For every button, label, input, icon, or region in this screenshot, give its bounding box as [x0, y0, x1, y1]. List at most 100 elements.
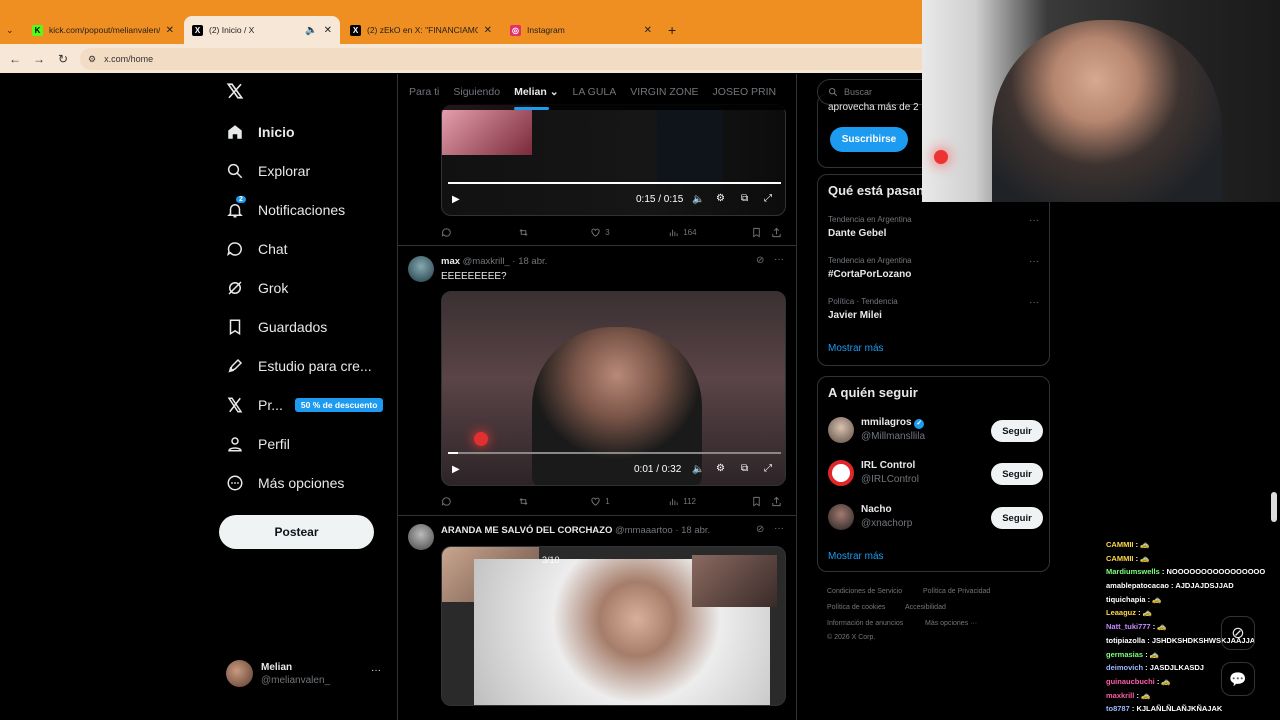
tab-joseo[interactable]: JOSEO PRIN	[713, 86, 777, 98]
show-more-link[interactable]: Mostrar más	[828, 551, 884, 562]
show-more-link[interactable]: Mostrar más	[828, 343, 884, 354]
chat-username[interactable]: Natt_tuki777	[1106, 622, 1151, 631]
bookmark-icon[interactable]	[751, 496, 771, 507]
author-handle[interactable]: @mmaaartoo	[615, 525, 673, 536]
post-button[interactable]: Postear	[219, 515, 374, 549]
tab-virgin-zone[interactable]: VIRGIN ZONE	[630, 86, 698, 98]
fullscreen-icon[interactable]: ⤢	[764, 463, 772, 474]
footer-link[interactable]: Información de anuncios	[827, 620, 903, 627]
subscribe-button[interactable]: Suscribirse	[830, 127, 908, 152]
new-tab-button[interactable]: +	[660, 16, 682, 44]
messages-icon[interactable]: 💬	[1221, 662, 1255, 696]
repost-icon[interactable]	[518, 227, 590, 238]
nav-explorar[interactable]: Explorar	[226, 153, 310, 189]
address-field[interactable]: ⚙ x.com/home	[80, 48, 922, 70]
post[interactable]: ARANDA ME SALVÓ DEL CORCHAZO @mmaaartoo …	[398, 516, 796, 720]
play-icon[interactable]: ▶	[452, 464, 460, 475]
trend-item[interactable]: Tendencia en Argentina #CortaPorLozano	[828, 256, 912, 280]
more-icon[interactable]: ···	[774, 254, 784, 265]
follow-button[interactable]: Seguir	[991, 420, 1043, 442]
tab-list-button[interactable]: ⌄	[0, 16, 22, 44]
nav-guardados[interactable]: Guardados	[226, 309, 327, 345]
more-icon[interactable]: ···	[1029, 215, 1039, 226]
pip-icon[interactable]: ⧉	[741, 193, 748, 204]
chat-username[interactable]: guinaucbuchi	[1106, 677, 1155, 686]
tab-la-gula[interactable]: LA GULA	[573, 86, 617, 98]
scrollbar[interactable]	[1271, 492, 1277, 522]
video-player[interactable]: 3/10	[441, 546, 786, 706]
grok-icon[interactable]: ⊘	[756, 524, 764, 535]
author-name[interactable]: ARANDA ME SALVÓ DEL CORCHAZO	[441, 525, 612, 536]
close-icon[interactable]: ✕	[484, 25, 492, 36]
close-icon[interactable]: ✕	[166, 25, 174, 36]
bookmark-icon[interactable]	[751, 227, 771, 238]
chat-username[interactable]: totipiazolla	[1106, 636, 1145, 645]
chat-username[interactable]: maxkrill	[1106, 691, 1134, 700]
nav-estudio[interactable]: Estudio para cre...	[226, 348, 372, 384]
more-icon[interactable]: ···	[774, 523, 784, 534]
settings-icon[interactable]: ⚙	[716, 193, 725, 204]
tab-zeko[interactable]: X (2) zEkO en X: "FINANCIAMOS ✕	[342, 16, 500, 44]
footer-link[interactable]: Accesibilidad	[905, 604, 946, 611]
tab-para-ti[interactable]: Para ti	[409, 86, 439, 98]
avatar[interactable]	[408, 524, 434, 550]
reply-icon[interactable]	[441, 227, 518, 238]
trend-item[interactable]: Política · Tendencia Javier Milei	[828, 297, 898, 321]
x-logo-icon[interactable]	[226, 82, 244, 105]
settings-icon[interactable]: ⚙	[716, 463, 725, 474]
back-icon[interactable]: ←	[3, 52, 27, 66]
chat-username[interactable]: amablepatocacao	[1106, 581, 1169, 590]
footer-link[interactable]: Política de Privacidad	[923, 588, 990, 595]
follow-suggestion[interactable]: mmilagros ✓ @Millmansllila Seguir	[828, 417, 1043, 447]
video-player[interactable]: ▶ 0:01 / 0:32 🔈 ⚙ ⧉ ⤢	[441, 291, 786, 486]
account-switcher[interactable]: Melian @melianvalen_ ···	[226, 660, 386, 688]
follow-suggestion[interactable]: Nacho @xnachorp Seguir	[828, 504, 1043, 534]
forward-icon[interactable]: →	[27, 52, 51, 66]
fullscreen-icon[interactable]: ⤢	[764, 193, 772, 204]
video-player[interactable]: ▶ 0:15 / 0:15 🔈 ⚙ ⧉ ⤢	[441, 104, 786, 216]
close-icon[interactable]: ✕	[324, 25, 332, 36]
nav-notificaciones[interactable]: 2 Notificaciones	[226, 192, 345, 228]
speaker-icon[interactable]: 🔈	[305, 25, 317, 36]
volume-icon[interactable]: 🔈	[692, 464, 704, 475]
close-icon[interactable]: ✕	[644, 25, 652, 36]
chat-username[interactable]: deimovich	[1106, 663, 1143, 672]
nav-chat[interactable]: Chat	[226, 231, 288, 267]
video-progress-track[interactable]	[448, 182, 781, 184]
play-icon[interactable]: ▶	[452, 194, 460, 205]
repost-icon[interactable]	[518, 496, 590, 507]
post-date[interactable]: · 18 abr.	[512, 256, 547, 267]
chat-username[interactable]: germasias	[1106, 650, 1143, 659]
share-icon[interactable]	[771, 227, 786, 238]
post[interactable]: max @maxkrill_ · 18 abr. ⊘ ··· EEEEEEEEE…	[398, 246, 796, 516]
like-button[interactable]: 3	[590, 227, 668, 238]
views-button[interactable]: 112	[668, 496, 751, 507]
follow-suggestion[interactable]: IRL Control @IRLControl Seguir	[828, 460, 1043, 490]
like-button[interactable]: 1	[590, 496, 668, 507]
chat-username[interactable]: CAMMII	[1106, 554, 1134, 563]
nav-perfil[interactable]: Perfil	[226, 426, 290, 462]
grok-icon[interactable]: ⊘	[756, 255, 764, 266]
reply-icon[interactable]	[441, 496, 518, 507]
tab-instagram[interactable]: ◎ Instagram ✕	[502, 16, 660, 44]
pip-icon[interactable]: ⧉	[741, 463, 748, 474]
chat-username[interactable]: Leaaguz	[1106, 608, 1136, 617]
author-name[interactable]: max	[441, 256, 460, 267]
chat-username[interactable]: CAMMII	[1106, 540, 1134, 549]
site-info-icon[interactable]: ⚙	[88, 54, 96, 65]
nav-premium[interactable]: Pr... 50 % de descuento	[226, 387, 384, 423]
chat-username[interactable]: Mardiumswells	[1106, 567, 1160, 576]
views-button[interactable]: 164	[668, 227, 751, 238]
footer-link[interactable]: Más opciones ···	[925, 620, 977, 627]
post-date[interactable]: · 18 abr.	[675, 525, 710, 536]
volume-icon[interactable]: 🔈	[692, 194, 704, 205]
author-handle[interactable]: @maxkrill_	[463, 256, 510, 267]
video-progress-track[interactable]	[448, 452, 781, 454]
more-icon[interactable]: ···	[1029, 256, 1039, 267]
reload-icon[interactable]: ↻	[51, 52, 75, 66]
avatar[interactable]	[408, 256, 434, 282]
tab-x-inicio[interactable]: X (2) Inicio / X 🔈 ✕	[184, 16, 340, 44]
share-icon[interactable]	[771, 496, 786, 507]
nav-mas-opciones[interactable]: Más opciones	[226, 465, 344, 501]
nav-grok[interactable]: Grok	[226, 270, 288, 306]
